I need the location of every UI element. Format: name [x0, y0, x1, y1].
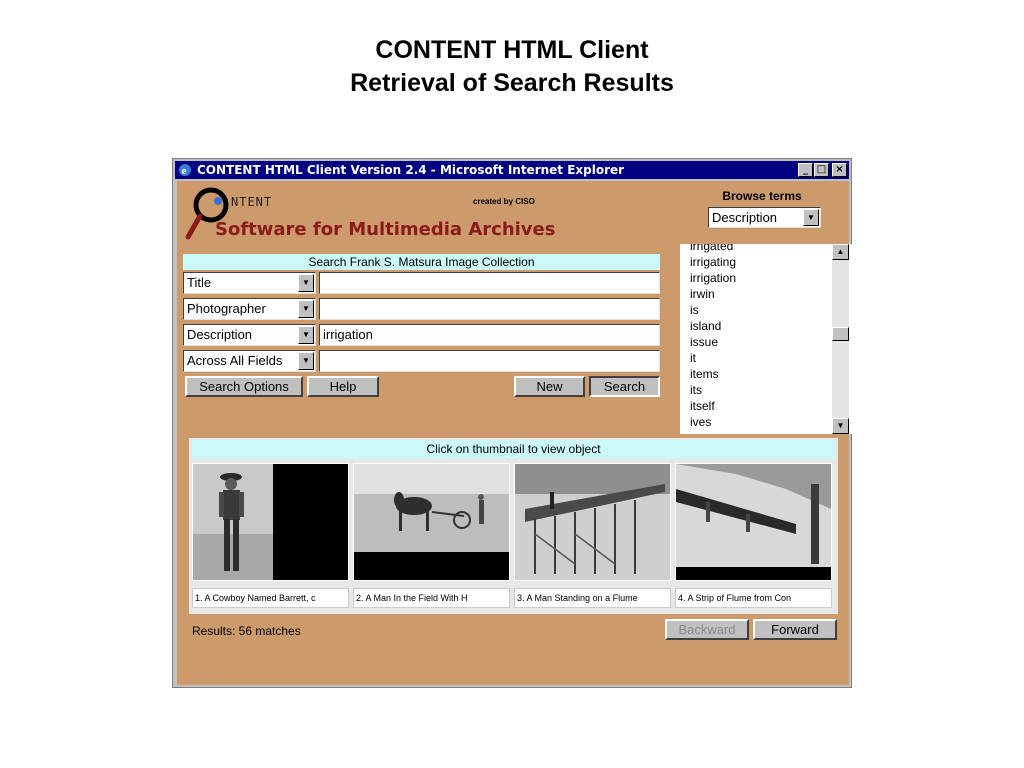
internet-explorer-icon: e: [179, 164, 191, 177]
term-item[interactable]: island: [690, 319, 721, 333]
search-field-select-1[interactable]: Title ▼: [183, 272, 316, 294]
results-count: Results: 56 matches: [192, 624, 301, 638]
term-item[interactable]: itself: [690, 399, 715, 413]
search-input-4[interactable]: [319, 350, 660, 372]
content-logo: NTENT created by CISO Software for Multi…: [185, 183, 555, 243]
search-field-select-4[interactable]: Across All Fields ▼: [183, 350, 316, 372]
caption-3[interactable]: 3. A Man Standing on a Flume: [514, 588, 671, 608]
search-input-1[interactable]: [319, 272, 660, 294]
browse-terms-list[interactable]: irrigated irrigating irrigation irwin is…: [680, 244, 852, 434]
search-input-2[interactable]: [319, 298, 660, 320]
caption-4[interactable]: 4. A Strip of Flume from Con: [675, 588, 832, 608]
svg-text:e: e: [182, 165, 187, 177]
search-input-3[interactable]: irrigation: [319, 324, 660, 346]
term-item[interactable]: irwin: [690, 287, 715, 301]
minimize-button[interactable]: _: [798, 163, 813, 177]
slide-title-line1: CONTENT HTML Client: [375, 36, 649, 64]
search-options-button[interactable]: Search Options: [185, 376, 303, 397]
window-title: CONTENT HTML Client Version 2.4 - Micros…: [197, 163, 625, 177]
term-item[interactable]: irrigating: [690, 255, 736, 269]
flume-strip-photo: [676, 464, 831, 580]
search-field-value: Title: [187, 275, 212, 290]
page-content: NTENT created by CISO Software for Multi…: [177, 181, 852, 685]
term-item[interactable]: its: [690, 383, 702, 397]
scroll-thumb[interactable]: [832, 327, 849, 341]
slide-title-line2: Retrieval of Search Results: [350, 69, 674, 97]
logo-created-by: created by CISO: [473, 197, 535, 206]
term-item[interactable]: is: [690, 303, 699, 317]
maximize-button[interactable]: □: [814, 163, 829, 177]
search-button[interactable]: Search: [589, 376, 660, 397]
term-item[interactable]: irrigation: [690, 271, 736, 285]
thumbnail-4[interactable]: [675, 463, 832, 581]
search-field-select-3[interactable]: Description ▼: [183, 324, 316, 346]
search-field-value: Photographer: [187, 301, 266, 316]
backward-button[interactable]: Backward: [665, 619, 749, 640]
chevron-down-icon[interactable]: ▼: [298, 300, 314, 318]
flume-man-photo: [515, 464, 670, 580]
browse-field-select[interactable]: Description ▼: [708, 207, 821, 228]
term-item[interactable]: ives: [690, 415, 711, 429]
term-item[interactable]: it: [690, 351, 696, 365]
search-field-value: Across All Fields: [187, 353, 283, 368]
browse-terms-label: Browse terms: [722, 189, 802, 203]
forward-button[interactable]: Forward: [753, 619, 837, 640]
search-field-select-2[interactable]: Photographer ▼: [183, 298, 316, 320]
logo-ntent-text: NTENT: [231, 195, 273, 209]
search-collection-header: Search Frank S. Matsura Image Collection: [183, 254, 660, 270]
scroll-down-icon[interactable]: ▼: [832, 418, 849, 434]
thumbnail-2[interactable]: [353, 463, 510, 581]
thumbnail-1[interactable]: [192, 463, 349, 581]
chevron-down-icon[interactable]: ▼: [298, 326, 314, 344]
term-item[interactable]: issue: [690, 335, 718, 349]
results-panel: Click on thumbnail to view object 1. A C…: [189, 438, 838, 614]
window-titlebar[interactable]: e CONTENT HTML Client Version 2.4 - Micr…: [175, 161, 849, 179]
scroll-up-icon[interactable]: ▲: [832, 244, 849, 260]
slide-title: CONTENT HTML Client Retrieval of Search …: [0, 34, 1024, 100]
terms-scrollbar[interactable]: ▲ ▼: [832, 244, 849, 434]
caption-1[interactable]: 1. A Cowboy Named Barrett, c: [192, 588, 349, 608]
close-button[interactable]: ×: [832, 163, 847, 177]
term-item[interactable]: items: [690, 367, 719, 381]
term-item[interactable]: irrigated: [690, 244, 733, 253]
caption-2[interactable]: 2. A Man In the Field With H: [353, 588, 510, 608]
chevron-down-icon[interactable]: ▼: [803, 209, 819, 226]
new-button[interactable]: New: [514, 376, 585, 397]
chevron-down-icon[interactable]: ▼: [298, 352, 314, 370]
cowboy-photo: [193, 464, 273, 580]
browse-field-value: Description: [712, 210, 778, 225]
help-button[interactable]: Help: [307, 376, 379, 397]
thumbnail-3[interactable]: [514, 463, 671, 581]
browser-window: e CONTENT HTML Client Version 2.4 - Micr…: [172, 158, 852, 688]
logo-tagline: Software for Multimedia Archives: [215, 219, 556, 240]
chevron-down-icon[interactable]: ▼: [298, 274, 314, 292]
thumbnail-header: Click on thumbnail to view object: [192, 440, 835, 459]
horses-field-photo: [354, 464, 509, 580]
search-field-value: Description: [187, 327, 253, 342]
